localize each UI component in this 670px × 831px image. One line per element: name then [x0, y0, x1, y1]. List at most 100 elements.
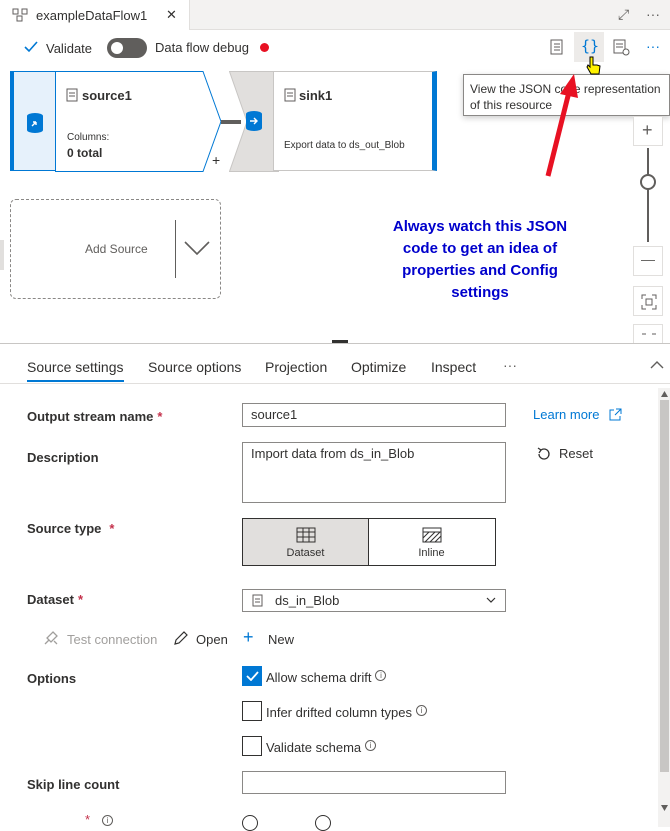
minus-icon: — [641, 251, 655, 267]
inline-option-label: Inline [418, 547, 445, 559]
source-type-inline[interactable]: Inline [369, 518, 496, 566]
tab-source-settings[interactable]: Source settings [27, 359, 124, 375]
sink-node-body[interactable] [273, 71, 437, 171]
dataset-select[interactable]: ds_in_Blob [242, 589, 506, 612]
blob-source-icon [27, 113, 43, 133]
panel-scroll-thumb[interactable] [660, 400, 669, 772]
checkmark-icon [24, 41, 38, 53]
reset-button[interactable]: Reset [559, 446, 593, 461]
info-icon: i [375, 670, 387, 681]
blob-sink-icon [246, 111, 262, 131]
info-icon: i [102, 815, 113, 826]
output-stream-label: Output stream name * [27, 409, 163, 424]
debug-label: Data flow debug [155, 40, 249, 55]
source-type-label: Source type * [27, 521, 115, 536]
sink-node-title: sink1 [299, 88, 333, 103]
panel-resize-handle[interactable] [332, 340, 348, 343]
tab-projection[interactable]: Projection [265, 359, 327, 375]
external-link-icon [609, 408, 622, 421]
fit-screen-button[interactable] [633, 286, 663, 316]
infer-drifted-label: Infer drifted column types i [266, 705, 427, 720]
annotation-text: Always watch this JSON code to get an id… [392, 218, 568, 301]
tab-dataflow[interactable]: exampleDataFlow1 ✕ [0, 0, 190, 30]
infer-drifted-checkbox[interactable] [242, 701, 262, 721]
dropdown-chevron-icon[interactable] [486, 597, 496, 604]
new-button[interactable]: New [268, 632, 294, 647]
debug-status-dot [260, 43, 269, 52]
skip-line-label: Skip line count [27, 777, 120, 792]
zoom-out-button[interactable]: — [633, 246, 663, 276]
tab-title: exampleDataFlow1 [36, 8, 148, 23]
minimap-button[interactable] [633, 324, 663, 343]
learn-more-link[interactable]: Learn more [533, 407, 599, 422]
inline-hatch-icon [422, 527, 442, 543]
source-type-dataset[interactable]: Dataset [242, 518, 369, 566]
active-tab-indicator [27, 380, 124, 382]
more-icon[interactable]: ··· [646, 6, 660, 22]
plus-new-icon: + [243, 627, 254, 647]
chevron-down-icon[interactable] [184, 240, 210, 256]
tab-optimize[interactable]: Optimize [351, 359, 406, 375]
expand-icon[interactable]: ⤢ [618, 6, 629, 23]
dataset-grid-icon [296, 527, 316, 543]
options-label: Options [27, 671, 77, 686]
source-columns-value: 0 total [67, 146, 103, 160]
plus-icon: + [642, 120, 653, 140]
collapse-panel-icon[interactable] [650, 360, 664, 370]
pencil-icon [174, 631, 188, 645]
toolbar [0, 30, 670, 68]
script-icon[interactable] [549, 38, 565, 56]
fit-screen-icon [641, 294, 657, 310]
hand-cursor-icon [586, 56, 601, 75]
close-icon[interactable]: ✕ [166, 7, 177, 23]
test-connection-button[interactable]: Test connection [67, 632, 157, 647]
sink-table-icon [284, 88, 296, 102]
add-transformation-icon[interactable]: + [212, 152, 220, 168]
code-braces-icon: {} [581, 37, 600, 55]
zoom-slider-thumb[interactable] [640, 174, 656, 190]
description-textarea[interactable]: Import data from ds_in_Blob [242, 442, 506, 503]
source-table-icon [66, 88, 78, 102]
next-row-required-mark: * [85, 812, 91, 827]
annotation-arrow [545, 74, 578, 177]
validate-schema-checkbox[interactable] [242, 736, 262, 756]
source-node-handle[interactable] [10, 71, 56, 171]
minimap-icon [642, 333, 656, 335]
info-icon: i [415, 705, 427, 716]
tab-divider [0, 383, 670, 384]
validate-schema-label: Validate schema i [266, 740, 377, 755]
source-node-title: source1 [82, 88, 132, 103]
source-columns-label: Columns: [67, 132, 110, 143]
dataset-option-label: Dataset [286, 547, 325, 559]
check-icon [246, 671, 259, 681]
sink-node-desc: Export data to ds_out_Blob [284, 140, 405, 151]
zoom-in-button[interactable]: + [633, 116, 663, 146]
test-connection-icon [44, 631, 58, 645]
zoom-slider-track[interactable] [647, 148, 649, 242]
toolbar-more-icon[interactable]: ··· [646, 38, 660, 54]
radio-enable[interactable] [242, 815, 258, 831]
tab-strip: exampleDataFlow1 ✕ ⤢ ··· [0, 0, 670, 30]
scroll-up-icon[interactable] [660, 390, 669, 398]
tab-source-options[interactable]: Source options [148, 359, 241, 375]
allow-schema-drift-label: Allow schema drift i [266, 670, 387, 685]
tabs-more-icon[interactable]: ··· [503, 357, 517, 373]
debug-toggle[interactable] [107, 38, 147, 58]
add-source-label: Add Source [85, 242, 148, 256]
description-label: Description [27, 450, 99, 465]
allow-schema-drift-checkbox[interactable] [242, 666, 262, 686]
dataflow-icon [12, 8, 28, 22]
tab-inspect[interactable]: Inspect [431, 359, 476, 375]
info-icon: i [365, 740, 377, 751]
dataset-file-icon [252, 594, 263, 607]
properties-icon[interactable] [612, 38, 630, 56]
output-stream-input[interactable]: source1 [242, 403, 506, 427]
reset-icon [537, 447, 550, 460]
skip-line-input[interactable] [242, 771, 506, 794]
radio-disable[interactable] [315, 815, 331, 831]
open-button[interactable]: Open [196, 632, 228, 647]
scroll-down-icon[interactable] [660, 804, 669, 812]
dataset-label: Dataset * [27, 592, 84, 607]
validate-button[interactable]: Validate [46, 41, 92, 56]
canvas-edge-marker [0, 240, 4, 270]
